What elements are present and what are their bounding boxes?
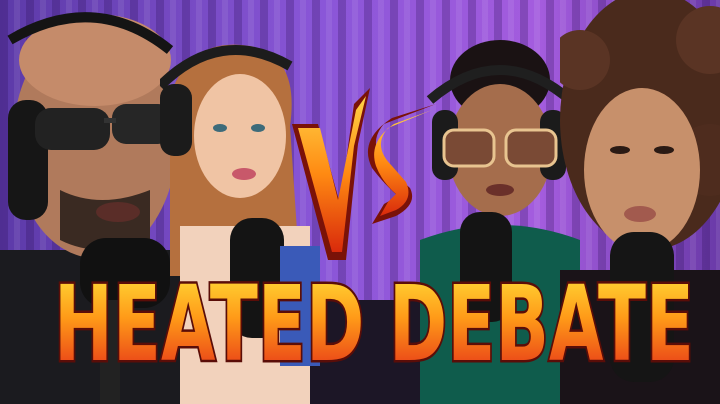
vs-badge: VS	[292, 88, 436, 260]
headline-banner: HEATED DEBATE	[52, 262, 697, 382]
headline-text: HEATED DEBATE	[54, 263, 694, 382]
video-thumbnail[interactable]: VS HEATED DEBATE	[0, 0, 720, 404]
vs-text: VS	[357, 186, 370, 197]
